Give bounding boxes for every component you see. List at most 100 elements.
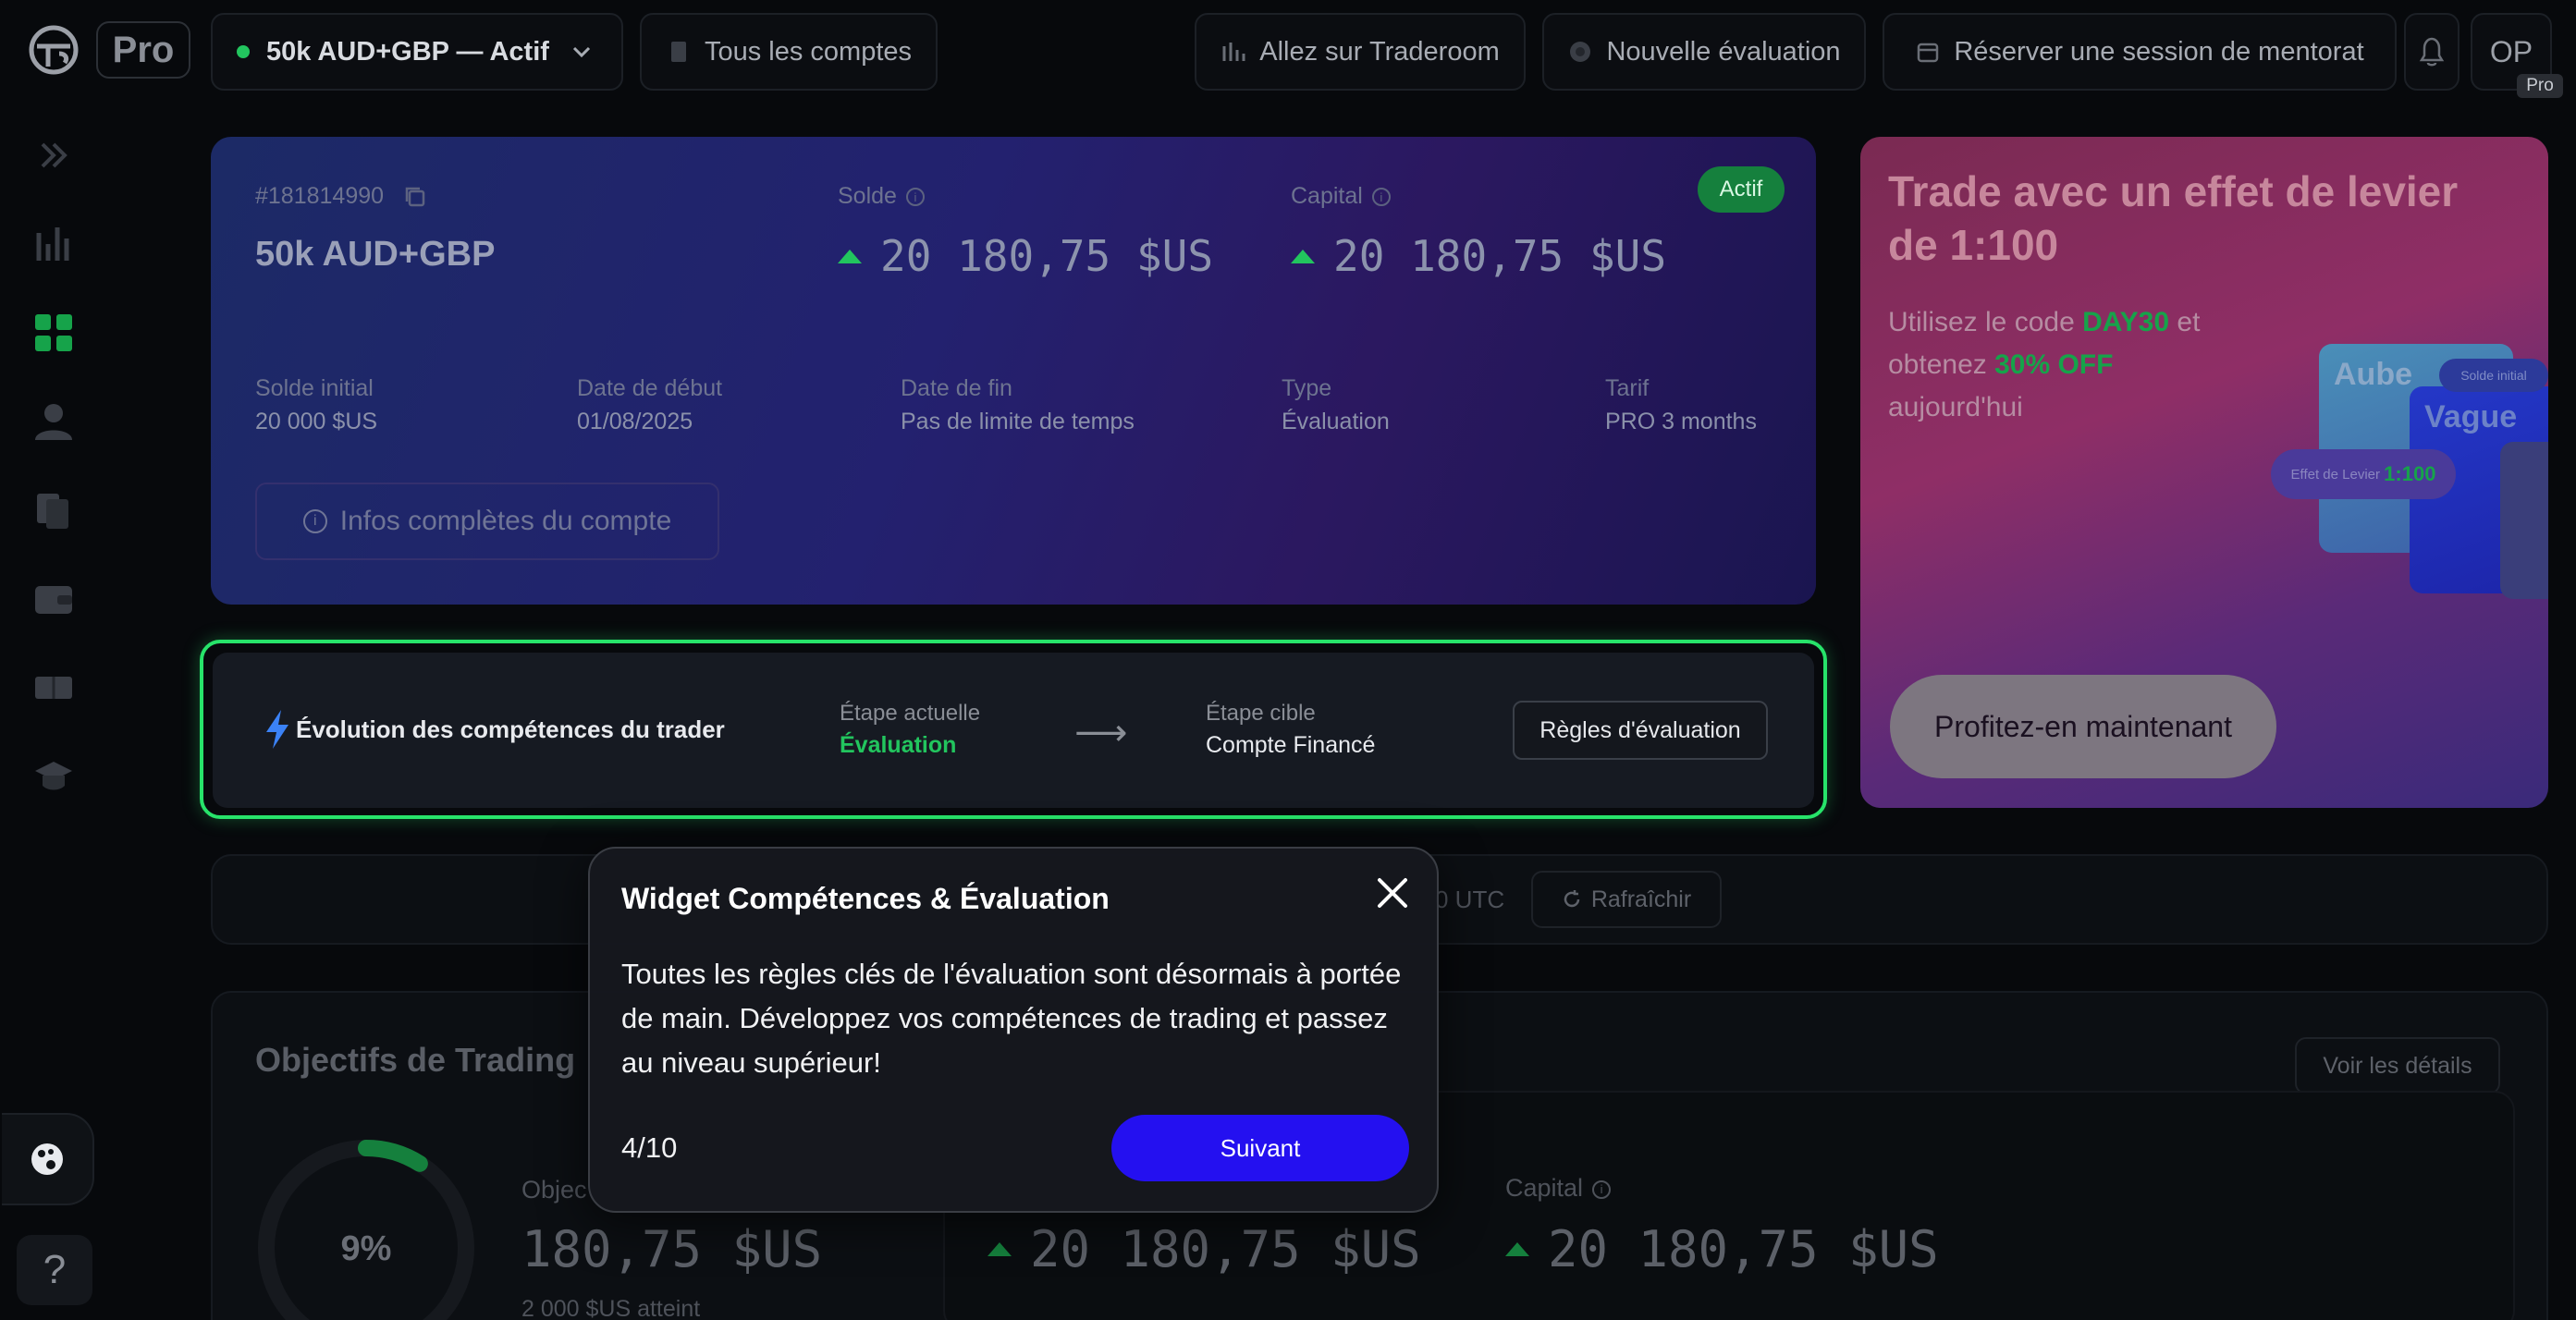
next-button[interactable]: Suivant [1111,1115,1409,1181]
promo-cta-button[interactable]: Profitez-en maintenant [1890,675,2276,778]
account-card: #181814990 50k AUD+GBP Solde i 20 180,75 … [211,137,1816,605]
leverage-chip: Effet de Levier 1:100 [2271,449,2456,499]
up-arrow-icon [838,249,862,263]
copy-icon[interactable] [403,185,427,209]
field-value: PRO 3 months [1605,409,1757,434]
promo-code: DAY30 [2082,307,2170,337]
plan-card-vague-label: Vague [2424,399,2518,434]
objective-sub: 2 000 $US atteint [521,1296,701,1320]
account-id: #181814990 [255,183,427,210]
objectives-title: Objectifs de Trading [255,1041,576,1079]
field-label: Tarif [1605,375,1650,401]
bell-icon [2419,37,2445,67]
current-stage-label: Étape actuelle [840,701,981,726]
status-dot [237,45,250,58]
close-icon[interactable] [1372,873,1413,913]
account-name: 50k AUD+GBP [255,235,496,274]
graduation-icon[interactable] [28,751,80,802]
evolution-title: Évolution des compétences du trader [296,715,725,743]
objectives-balance-text: 20 180,75 $US [1030,1220,1421,1278]
objectives-capital-label: Capital i [1505,1174,1612,1203]
promo-title: Trade avec un effet de levier de 1:100 [1888,167,2459,269]
theme-toggle-button[interactable] [2,1113,94,1205]
mentoring-label: Réserver une session de mentorat [1954,36,2364,67]
field-label: Type [1282,375,1332,401]
documents-icon[interactable] [28,484,80,536]
field-value: Évaluation [1282,409,1390,434]
refresh-icon [1564,890,1580,908]
target-icon [1570,42,1591,62]
ticket-icon[interactable] [28,662,80,714]
objectives-capital-label-text: Capital [1505,1174,1584,1202]
chevron-down-icon [572,46,591,58]
field-value: 20 000 $US [255,409,378,434]
wallet-icon[interactable] [28,573,80,625]
chart-icon[interactable] [28,218,80,270]
progress-percent: 9% [340,1229,392,1268]
target-stage-label: Étape cible [1206,701,1316,726]
evaluation-rules-button[interactable]: Règles d'évaluation [1513,701,1768,760]
info-icon[interactable]: i [1371,188,1391,207]
avatar-initials: OP [2489,34,2533,68]
promo-text-suffix: aujourd'hui [1888,392,2023,422]
avatar-plan-badge: Pro [2517,74,2563,98]
brand-logo-icon[interactable] [28,24,80,76]
view-details-button[interactable]: Voir les détails [2295,1037,2500,1094]
modal-title: Widget Compétences & Évaluation [621,882,1110,915]
promo-card[interactable]: Trade avec un effet de levier de 1:100 U… [1860,137,2548,808]
balance-value: 20 180,75 $US [838,231,1213,281]
account-selector-label: 50k AUD+GBP — Actif [266,36,549,67]
account-id-text: #181814990 [255,183,385,209]
lightning-icon [266,710,288,749]
help-button[interactable]: ? [17,1235,92,1305]
document-icon [670,42,686,62]
target-stage-value: Compte Financé [1206,732,1376,758]
objective-label: Objec [521,1176,587,1204]
expand-sidebar-icon[interactable] [28,129,80,181]
all-accounts-button[interactable]: Tous les comptes [640,13,938,91]
arrow-right-icon: ⟶ [1074,713,1128,753]
refresh-label: Rafraîchir [1590,886,1692,912]
last-update-text: 0 UTC [1435,886,1505,913]
full-account-info-label: Infos complètes du compte [339,506,672,536]
leverage-chip-label: Effet de Levier [2290,466,2380,483]
equity-label: Capital i [1291,183,1391,210]
field-label: Date de fin [901,375,1012,401]
onboarding-tooltip-modal: Widget Compétences & Évaluation Toutes l… [588,847,1439,1213]
field-label: Date de début [577,375,723,401]
traderoom-button[interactable]: Allez sur Traderoom [1195,13,1526,91]
balance-label-text: Solde [838,183,897,209]
initial-balance-chip: Solde initial [2439,359,2548,392]
bar-chart-icon [1222,43,1245,61]
equity-value-text: 20 180,75 $US [1333,231,1667,281]
dashboard-icon[interactable] [28,307,80,359]
user-icon[interactable] [28,396,80,447]
plan-card-aube-label: Aube [2334,357,2412,392]
up-arrow-icon [987,1242,1012,1256]
plan-badge: Pro [96,21,190,79]
modal-step-counter: 4/10 [621,1131,678,1164]
equity-value: 20 180,75 $US [1291,231,1666,281]
traderoom-label: Allez sur Traderoom [1259,36,1500,67]
status-badge: Actif [1698,166,1785,213]
objective-value: 180,75 $US [521,1220,823,1278]
equity-label-text: Capital [1291,183,1363,209]
promo-text-prefix: Utilisez le code [1888,307,2083,337]
info-icon[interactable]: i [1592,1179,1612,1199]
mentoring-button[interactable]: Réserver une session de mentorat [1883,13,2397,91]
promo-discount: 30% OFF [1994,349,2114,380]
notifications-button[interactable] [2404,13,2459,91]
account-selector[interactable]: 50k AUD+GBP — Actif [211,13,623,91]
progress-ring [258,1140,474,1320]
refresh-button[interactable]: Rafraîchir [1531,871,1722,928]
new-evaluation-button[interactable]: Nouvelle évaluation [1542,13,1866,91]
field-value: 01/08/2025 [577,409,693,434]
modal-body: Toutes les règles clés de l'évaluation s… [621,958,1402,1079]
full-account-info-button[interactable]: i Infos complètes du compte [255,483,719,560]
balance-label: Solde i [838,183,925,210]
field-value: Pas de limite de temps [901,409,1135,434]
promo-text: Utilisez le code DAY30 et obtenez 30% OF… [1888,301,2239,429]
all-accounts-label: Tous les comptes [704,36,913,67]
info-icon[interactable]: i [905,188,925,207]
objectives-balance-value: 20 180,75 $US [987,1220,1421,1278]
